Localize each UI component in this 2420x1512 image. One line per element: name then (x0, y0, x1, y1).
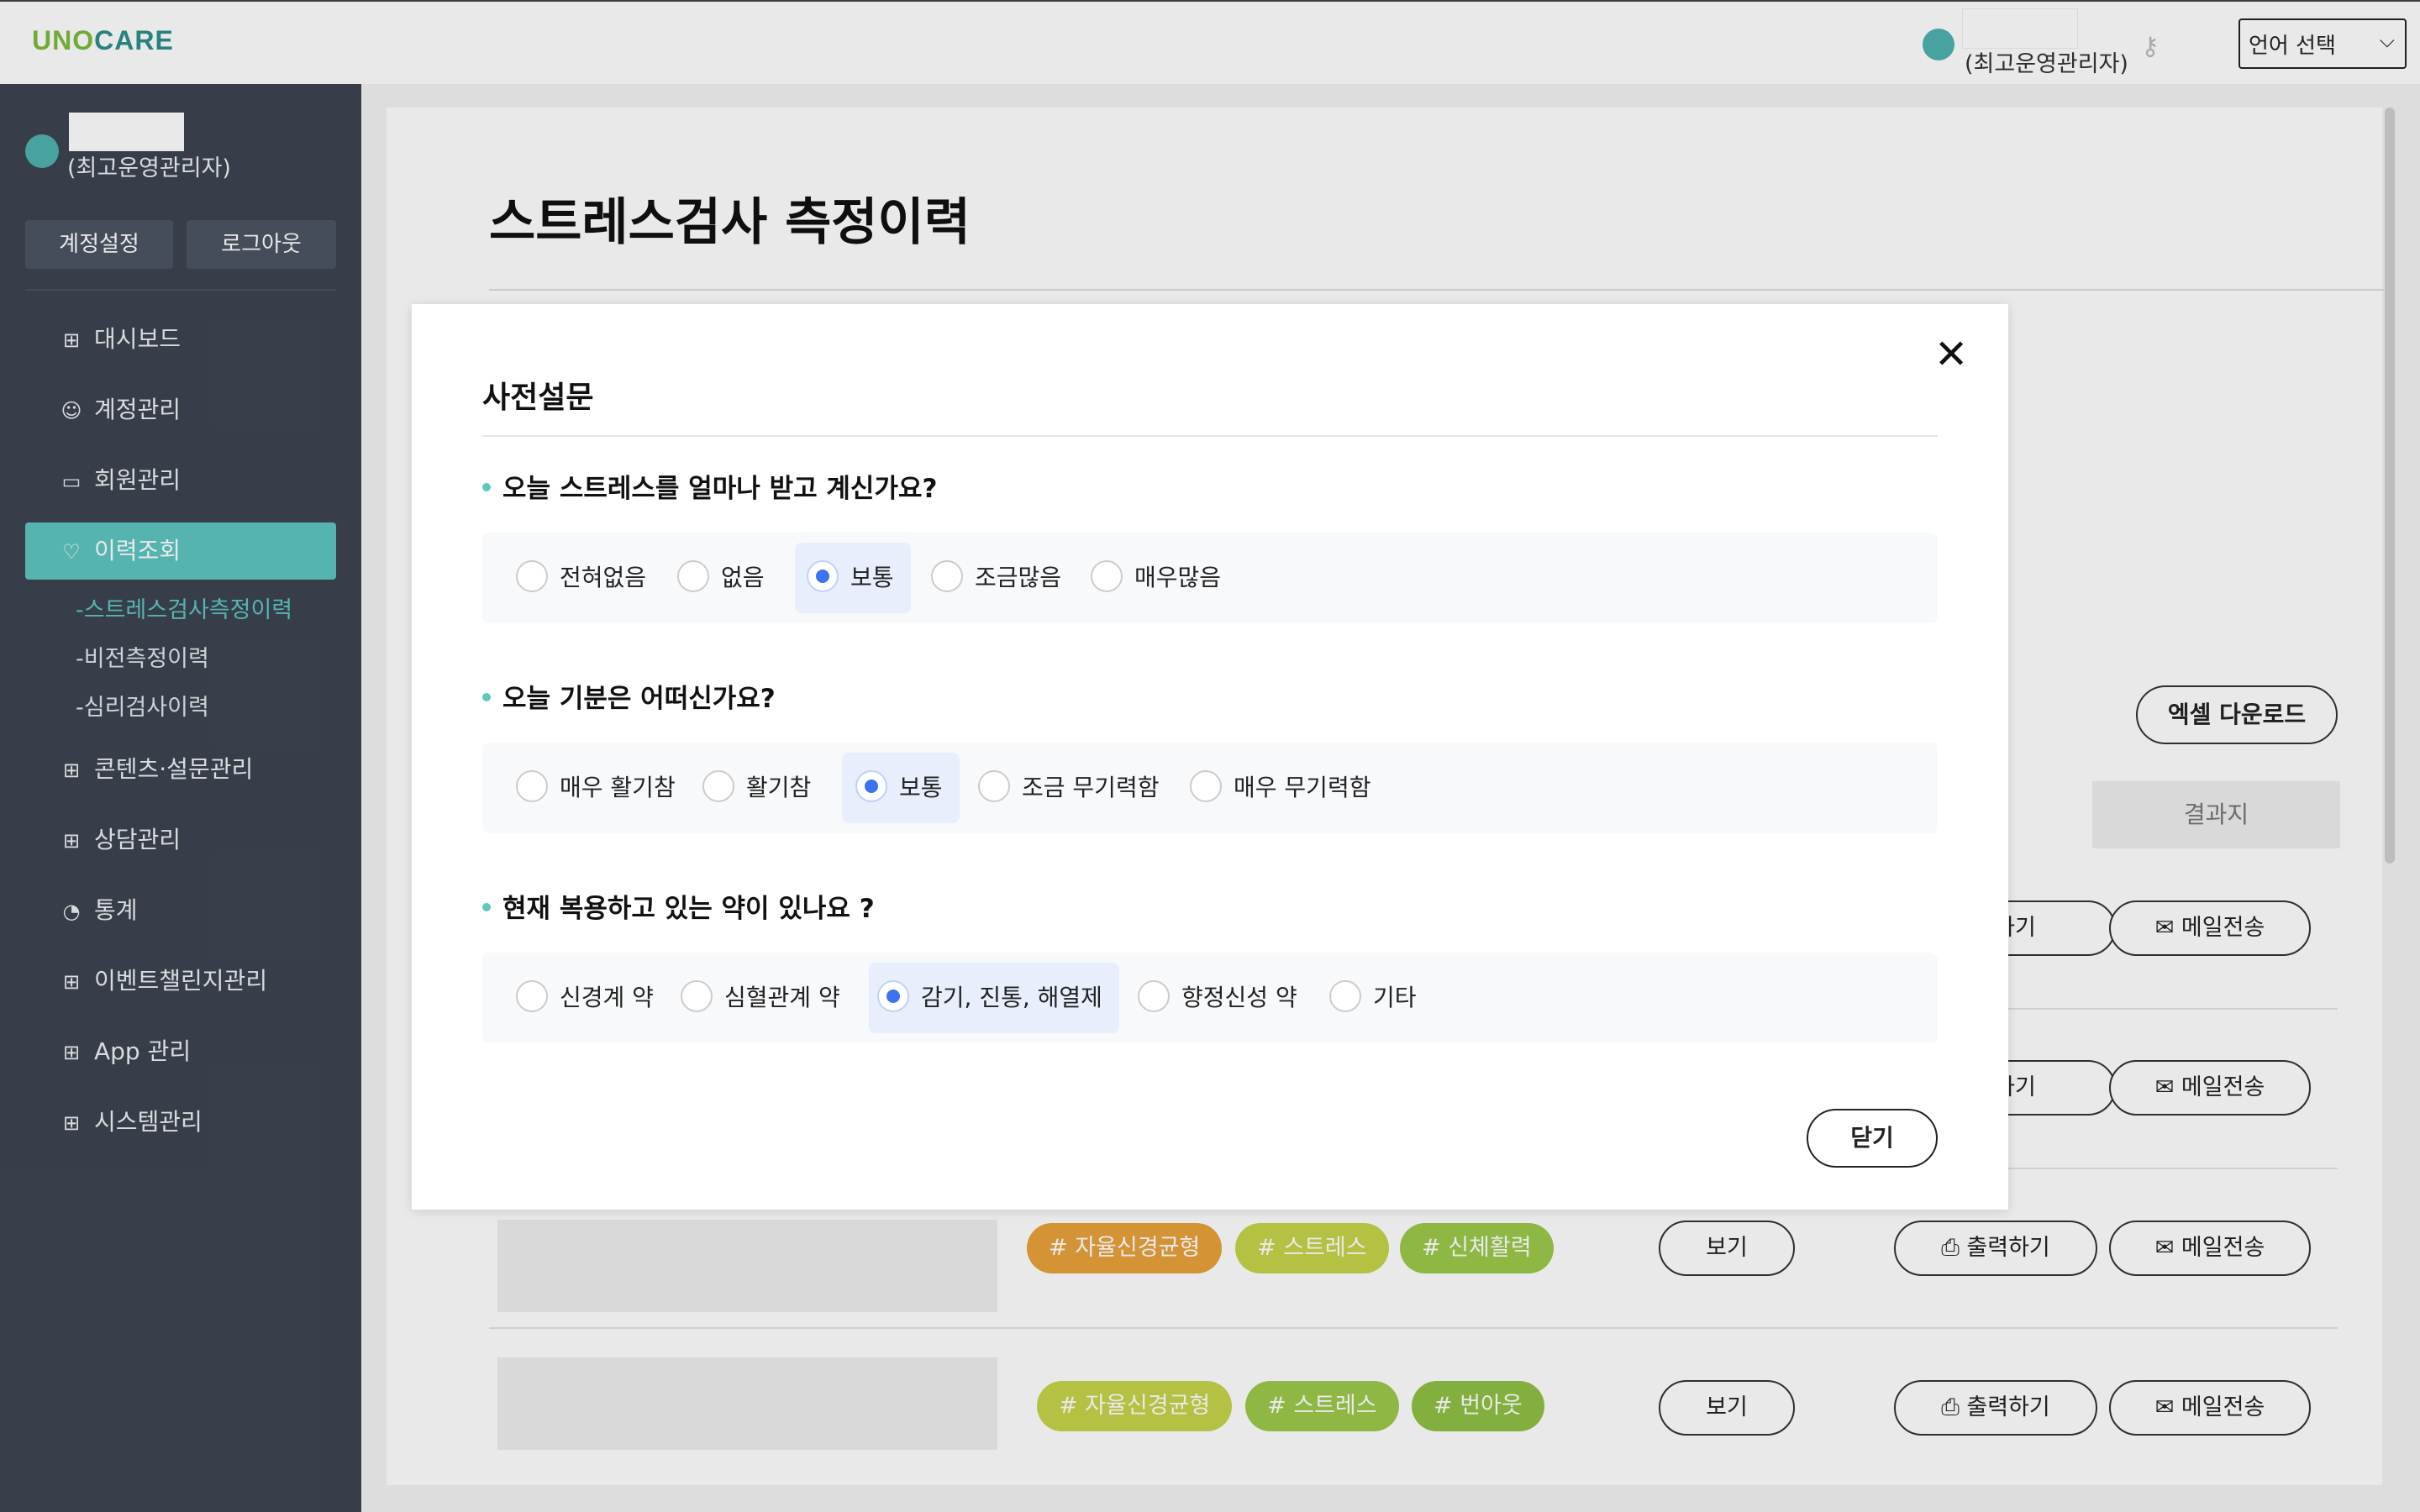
option-group: 전혀없음 없음 보통 조금많음 매우많음 (482, 533, 1938, 623)
modal-title: 사전설문 (482, 381, 594, 415)
radio-option[interactable]: 활기참 (702, 753, 811, 823)
close-icon[interactable]: ✕ (1934, 334, 1968, 375)
radio-option[interactable]: 매우많음 (1091, 543, 1221, 613)
radio-icon (677, 560, 709, 592)
radio-option[interactable]: 조금많음 (931, 543, 1061, 613)
radio-option[interactable]: 신경계 약 (516, 963, 654, 1033)
radio-icon (1190, 770, 1222, 802)
radio-icon (516, 560, 548, 592)
bullet-icon (482, 482, 491, 491)
question-label: 오늘 기분은 어떠신가요? (482, 677, 776, 715)
radio-option[interactable]: 매우 활기참 (516, 753, 676, 823)
radio-icon (1138, 980, 1170, 1012)
radio-icon (1329, 980, 1361, 1012)
question-label: 현재 복용하고 있는 약이 있나요 ? (482, 887, 875, 925)
divider (482, 435, 1938, 437)
radio-icon (681, 980, 713, 1012)
bullet-icon (482, 902, 491, 911)
radio-icon (931, 560, 963, 592)
radio-icon (702, 770, 734, 802)
survey-modal: 사전설문 ✕ 오늘 스트레스를 얼마나 받고 계신가요? 전혀없음 없음 보통 … (412, 304, 2008, 1210)
radio-option[interactable]: 기타 (1329, 963, 1417, 1033)
question-label: 오늘 스트레스를 얼마나 받고 계신가요? (482, 467, 937, 505)
radio-option[interactable]: 전혀없음 (516, 543, 646, 613)
close-button[interactable]: 닫기 (1807, 1109, 1938, 1168)
radio-option[interactable]: 향정신성 약 (1138, 963, 1297, 1033)
radio-option-selected[interactable]: 보통 (795, 543, 911, 613)
radio-checked-icon (807, 560, 839, 592)
radio-option[interactable]: 없음 (677, 543, 765, 613)
bullet-icon (482, 692, 491, 701)
option-group: 매우 활기참 활기참 보통 조금 무기력함 매우 무기력함 (482, 743, 1938, 833)
radio-option-selected[interactable]: 보통 (842, 753, 960, 823)
radio-icon (1091, 560, 1123, 592)
radio-option[interactable]: 조금 무기력함 (978, 753, 1159, 823)
radio-option[interactable]: 심혈관계 약 (681, 963, 840, 1033)
option-group: 신경계 약 심혈관계 약 감기, 진통, 해열제 향정신성 약 기타 (482, 953, 1938, 1043)
radio-checked-icon (855, 770, 887, 802)
radio-icon (516, 980, 548, 1012)
radio-option-selected[interactable]: 감기, 진통, 해열제 (869, 963, 1119, 1033)
radio-icon (978, 770, 1010, 802)
radio-checked-icon (877, 980, 909, 1012)
radio-icon (516, 770, 548, 802)
radio-option[interactable]: 매우 무기력함 (1190, 753, 1370, 823)
